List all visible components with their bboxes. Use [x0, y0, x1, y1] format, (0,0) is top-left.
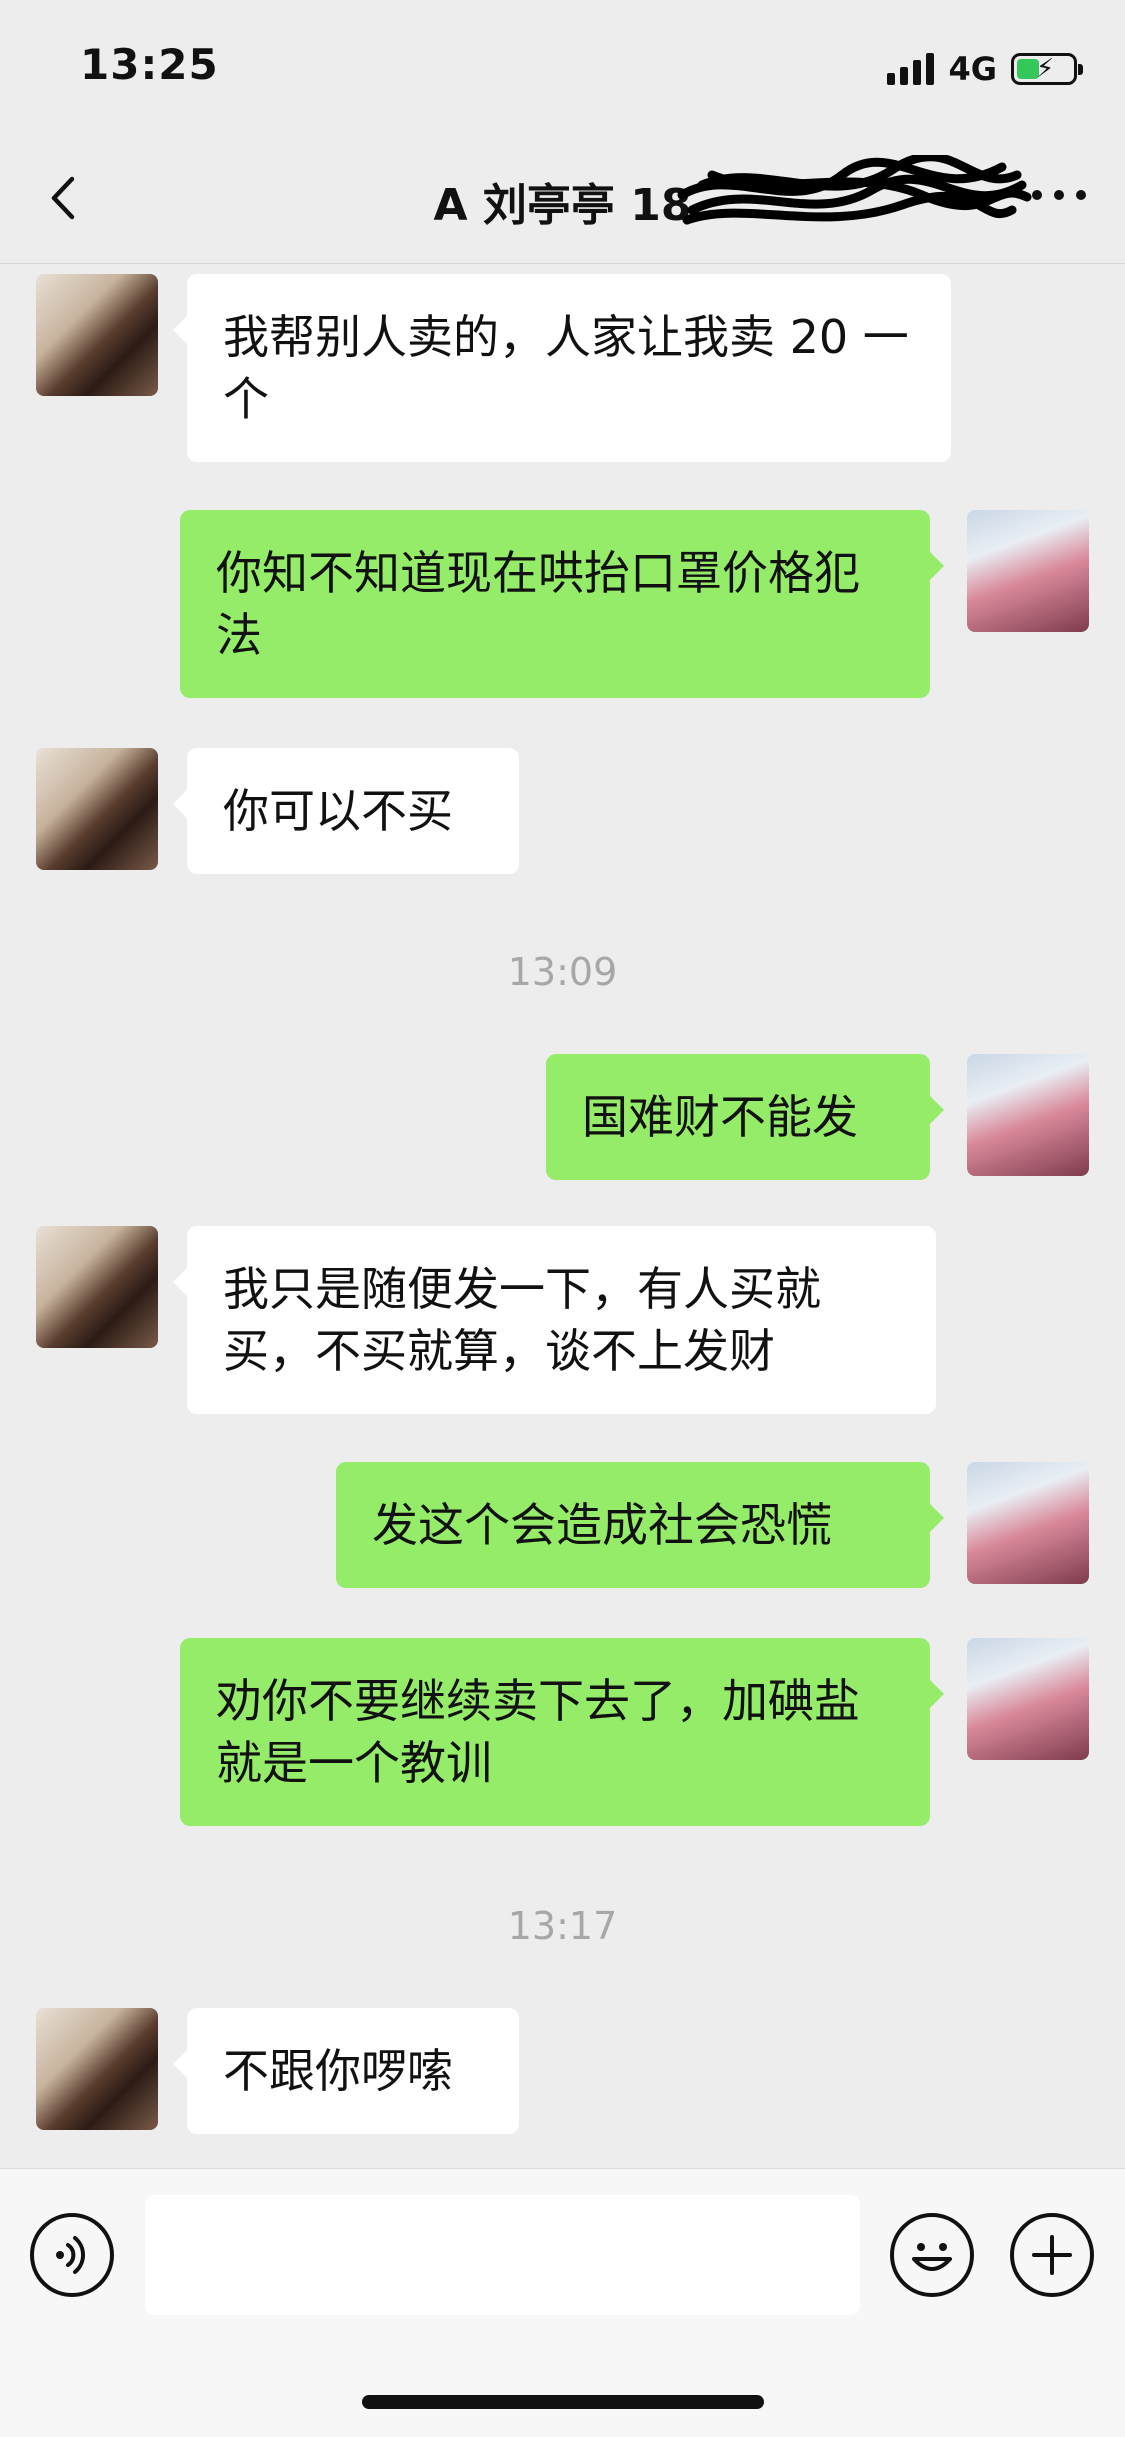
plus-icon — [1032, 2235, 1072, 2275]
timestamp-divider: 13:09 — [507, 950, 618, 994]
voice-icon — [56, 2236, 86, 2274]
incoming-message[interactable]: 不跟你啰嗦 — [173, 2008, 519, 2134]
input-bar — [0, 2168, 1125, 2437]
incoming-message[interactable]: 我帮别人卖的，人家让我卖 20 一个 — [173, 274, 951, 462]
contact-avatar[interactable] — [36, 748, 158, 870]
status-bar: 13:25 4G ⚡ — [0, 0, 1125, 135]
incoming-message[interactable]: 我只是随便发一下，有人买就买，不买就算，谈不上发财 — [173, 1226, 936, 1414]
status-time: 13:25 — [80, 40, 219, 89]
nav-bar: A 刘亭亭 18 — [0, 135, 1125, 264]
chat-messages[interactable]: 我帮别人卖的，人家让我卖 20 一个 你知不知道现在哄抬口罩价格犯法 你可以不买… — [0, 264, 1125, 2167]
contact-avatar[interactable] — [36, 274, 158, 396]
battery-icon: ⚡ — [1011, 53, 1083, 85]
emoji-button[interactable] — [890, 2213, 974, 2297]
more-options-icon[interactable] — [1029, 183, 1089, 207]
voice-button[interactable] — [30, 2213, 114, 2297]
outgoing-message[interactable]: 你知不知道现在哄抬口罩价格犯法 — [180, 510, 944, 698]
outgoing-message[interactable]: 国难财不能发 — [546, 1054, 944, 1180]
timestamp-divider: 13:17 — [507, 1904, 618, 1948]
network-type: 4G — [948, 50, 997, 88]
chat-title: A 刘亭亭 18 — [0, 155, 1125, 233]
contact-avatar[interactable] — [36, 2008, 158, 2130]
my-avatar[interactable] — [967, 1638, 1089, 1760]
incoming-message[interactable]: 你可以不买 — [173, 748, 519, 874]
my-avatar[interactable] — [967, 1054, 1089, 1176]
my-avatar[interactable] — [967, 1462, 1089, 1584]
home-indicator[interactable] — [362, 2395, 764, 2409]
contact-avatar[interactable] — [36, 1226, 158, 1348]
redaction-scribble — [677, 155, 1032, 225]
signal-icon — [887, 53, 935, 85]
contact-name: A 刘亭亭 18 — [433, 180, 692, 231]
emoji-icon — [912, 2243, 952, 2271]
message-input[interactable] — [145, 2195, 860, 2315]
outgoing-message[interactable]: 劝你不要继续卖下去了，加碘盐就是一个教训 — [180, 1638, 944, 1826]
outgoing-message[interactable]: 发这个会造成社会恐慌 — [336, 1462, 944, 1588]
plus-button[interactable] — [1010, 2213, 1094, 2297]
status-indicators: 4G ⚡ — [887, 50, 1083, 88]
my-avatar[interactable] — [967, 510, 1089, 632]
